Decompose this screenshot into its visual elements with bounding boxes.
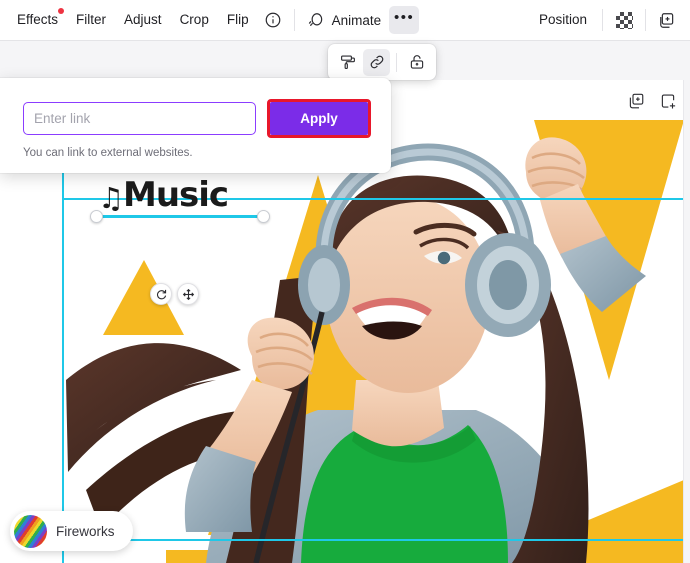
selected-element-music[interactable]: ♫Music — [90, 175, 270, 223]
duplicate-page-icon[interactable] — [622, 87, 650, 115]
toolbar-animate[interactable]: Animate — [301, 5, 390, 36]
toolbar-position-label: Position — [538, 12, 587, 28]
apply-button[interactable]: Apply — [270, 102, 368, 135]
toolbar-adjust[interactable]: Adjust — [115, 7, 171, 33]
music-text-value: Music — [123, 175, 229, 215]
more-options-icon[interactable]: ••• — [389, 6, 420, 34]
page-actions — [622, 87, 682, 115]
top-toolbar: Effects Filter Adjust Crop Flip Animate … — [0, 0, 690, 41]
checkerboard-swatch — [615, 11, 633, 29]
toolbar-effects-label: Effects — [17, 12, 59, 28]
toolbar-filter[interactable]: Filter — [67, 7, 115, 33]
toolbar-filter-label: Filter — [76, 12, 107, 28]
link-input[interactable] — [23, 102, 256, 135]
move-icon[interactable] — [177, 283, 199, 305]
toolbar-divider-2 — [602, 9, 603, 31]
paint-roller-icon[interactable] — [334, 49, 361, 76]
apply-button-highlight: Apply — [267, 99, 371, 138]
toolbar-flip-label: Flip — [226, 12, 249, 28]
toolbar-position[interactable]: Position — [530, 7, 596, 33]
lock-icon[interactable] — [403, 49, 430, 76]
toolbar-crop[interactable]: Crop — [171, 7, 218, 33]
toolbar-divider-3 — [645, 9, 646, 31]
float-toolbar-divider — [396, 52, 397, 72]
canva-editor-window: Effects Filter Adjust Crop Flip Animate … — [0, 0, 690, 563]
toolbar-divider-1 — [293, 9, 295, 31]
toolbar-animate-label: Animate — [331, 12, 382, 28]
info-circle-icon[interactable] — [258, 5, 288, 35]
animate-icon — [307, 11, 326, 30]
selection-handle-left[interactable] — [90, 210, 103, 223]
music-note-icon: ♫ — [98, 181, 124, 215]
selection-handle-right[interactable] — [257, 210, 270, 223]
link-help-text: You can link to external websites. — [23, 147, 193, 159]
music-text-label: ♫Music — [98, 175, 229, 215]
toolbar-effects[interactable]: Effects — [8, 7, 67, 33]
more-options-label: ••• — [393, 9, 415, 26]
rotate-icon[interactable] — [150, 283, 172, 305]
toolbar-flip[interactable]: Flip — [218, 7, 258, 33]
guide-line-horizontal-bottom — [62, 539, 683, 541]
toolbar-crop-label: Crop — [179, 12, 209, 28]
fireworks-label: Fireworks — [56, 523, 115, 539]
effects-new-badge-dot — [58, 8, 65, 15]
toolbar-adjust-label: Adjust — [124, 12, 162, 28]
link-input-row: Apply — [23, 99, 371, 138]
duplicate-icon[interactable] — [652, 5, 682, 35]
selection-underline — [96, 215, 264, 218]
transparency-checkerboard-icon[interactable] — [609, 5, 639, 35]
add-page-icon[interactable] — [654, 87, 682, 115]
element-floating-toolbar — [328, 44, 436, 80]
link-panel: Apply You can link to external websites. — [0, 78, 391, 173]
link-icon[interactable] — [363, 48, 390, 76]
fireworks-avatar-icon — [14, 514, 47, 548]
fireworks-pill[interactable]: Fireworks — [10, 511, 133, 551]
